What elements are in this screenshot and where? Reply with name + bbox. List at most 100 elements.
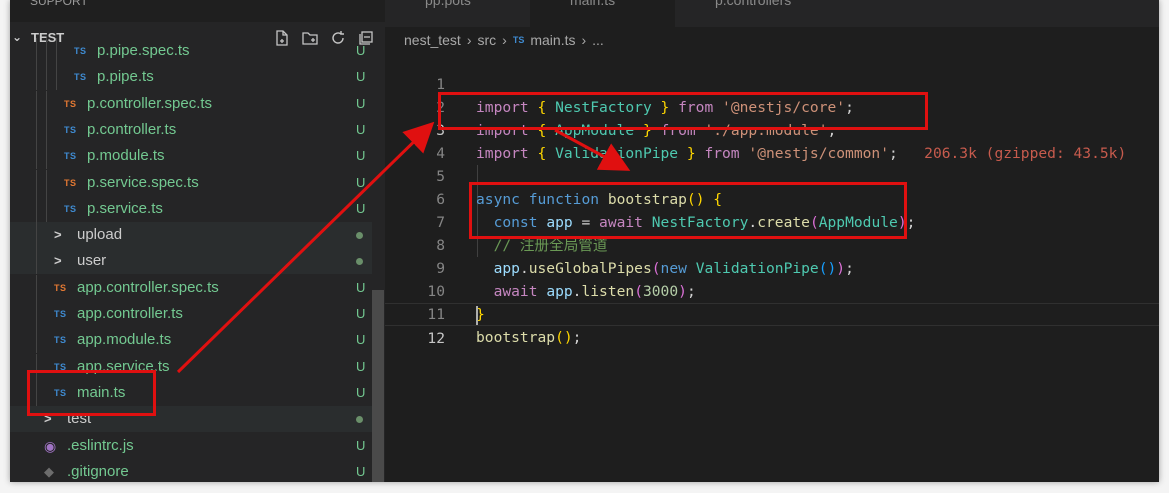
tree-file[interactable]: ◉ .eslintrc.js U [10,433,372,459]
typescript-file-icon: TS [74,46,87,56]
indent-guide [36,222,37,249]
tree-item-label: p.service.ts [87,199,163,217]
tab-p-controllers[interactable]: p.controllers [675,0,835,27]
chevron-right-icon: › [581,32,587,48]
vscode-window: SUPPORT ⌄ TEST TS p.pipe.spec.ts U TS p.pipe… [10,0,1159,482]
tab-main-ts[interactable]: main.ts [530,0,675,27]
typescript-file-icon: TS [64,151,77,162]
tree-file[interactable]: TS p.pipe.ts U [10,64,372,91]
indent-guide [56,38,57,64]
sidebar-scrollbar[interactable] [372,290,384,482]
breadcrumb-item[interactable]: nest_test [404,32,461,48]
tree-item-label: p.module.ts [87,147,165,165]
tree-file[interactable]: TS app.controller.ts U [10,301,372,327]
indent-guide [36,274,37,301]
annotation-box-global-pipes [469,182,907,239]
tree-file[interactable]: TS p.service.ts U [10,195,372,222]
code-line[interactable]: 10 } [385,257,1159,323]
indent-guide [36,248,37,275]
tree-file[interactable]: TS app.module.ts U [10,327,372,354]
tree-file[interactable]: TS p.module.ts U [10,143,372,170]
indent-guide [36,90,37,117]
eslint-icon: ◉ [44,437,57,454]
indent-guide [36,116,37,143]
chevron-right-icon: › [466,32,472,48]
breadcrumb-item[interactable]: ... [592,32,604,48]
git-status-badge: U [356,69,366,85]
breadcrumb-item[interactable]: src [478,32,497,48]
tree-file[interactable]: ◆ .gitignore U [10,459,372,482]
git-status-dot [356,416,363,424]
tree-folder[interactable]: > upload [10,222,372,249]
tree-file[interactable]: TS app.controller.spec.ts U [10,274,372,301]
punct: ; [572,329,582,346]
indent-guide [36,301,37,327]
tree-file[interactable]: TS p.controller.ts U [10,116,372,143]
git-status-badge: U [356,384,366,400]
indent-guide [56,64,57,91]
code-line[interactable]: 11 bootstrap(); [385,280,1159,346]
typescript-file-icon: TS [64,177,77,188]
typescript-file-icon: TS [64,98,77,109]
typescript-file-icon: TS [64,124,77,135]
code-line[interactable]: 5 async function bootstrap() { [385,142,1159,208]
breadcrumb: nest_test › src › TS main.ts › ... [404,30,604,50]
tree-item-label: user [77,252,107,270]
git-icon: ◆ [44,463,55,479]
git-status-badge: U [356,279,366,295]
indent-guide [46,143,47,170]
tree-item-label: app.controller.spec.ts [77,278,219,296]
breadcrumb-item[interactable]: main.ts [530,32,575,48]
tree-item-label: app.module.ts [77,331,172,349]
tree-file[interactable]: TS p.pipe.spec.ts U [10,38,372,64]
code-line[interactable]: 1 import { NestFactory } from '@nestjs/c… [385,50,1159,116]
indent-guide [46,64,47,91]
tree-item-label: p.controller.spec.ts [87,94,213,112]
tree-item-label: upload [77,226,123,244]
punct: () [555,329,573,346]
tree-item-label: .eslintrc.js [67,436,134,454]
tree-item-label: p.pipe.ts [97,68,154,86]
git-status-badge: U [356,43,366,58]
git-status-badge: U [356,358,366,374]
git-status-dot [356,258,363,266]
indent-guide [36,64,37,91]
indent-guide [36,38,37,64]
git-status-badge: U [356,437,366,453]
annotation-box-import-line [438,92,928,130]
git-status-badge: U [356,121,366,137]
indent-guide [36,195,37,222]
sidebar-top-strip: SUPPORT [10,0,385,22]
typescript-file-icon: TS [54,282,67,293]
indent-guide [46,169,47,196]
typescript-file-icon: TS [54,335,67,346]
tree-item-label: p.controller.ts [87,120,177,138]
tree-item-label: .gitignore [67,462,129,480]
git-status-badge: U [356,148,366,164]
tree-item-label: app.controller.ts [77,305,183,322]
git-status-dot [356,232,363,240]
tree-file[interactable]: TS p.controller.spec.ts U [10,90,372,117]
tab-pp-pots[interactable]: pp.pots [385,0,530,27]
indent-guide [46,90,47,117]
typescript-file-icon: TS [74,72,87,83]
git-status-badge: U [356,174,366,190]
current-line[interactable]: 12 [385,303,1159,347]
tree-folder[interactable]: > user [10,248,372,275]
chevron-right-icon: › [502,32,507,48]
chevron-right-icon: > [54,253,63,269]
git-status-badge: U [356,332,366,348]
line-number: 12 [427,330,445,347]
git-status-badge: U [356,95,366,111]
indent-guide [46,195,47,222]
indent-guide [36,143,37,170]
editor-tabs: pp.pots main.ts p.controllers [385,0,1159,27]
chevron-right-icon: > [54,227,63,243]
annotation-box-main-ts [27,370,156,416]
tree-file[interactable]: TS p.service.spec.ts U [10,169,372,196]
editor-pane: pp.pots main.ts p.controllers nest_test … [385,0,1159,482]
indent-guide [46,38,47,64]
indent-guide [36,169,37,196]
git-status-badge: U [356,200,366,216]
typescript-file-icon: TS [54,309,67,319]
